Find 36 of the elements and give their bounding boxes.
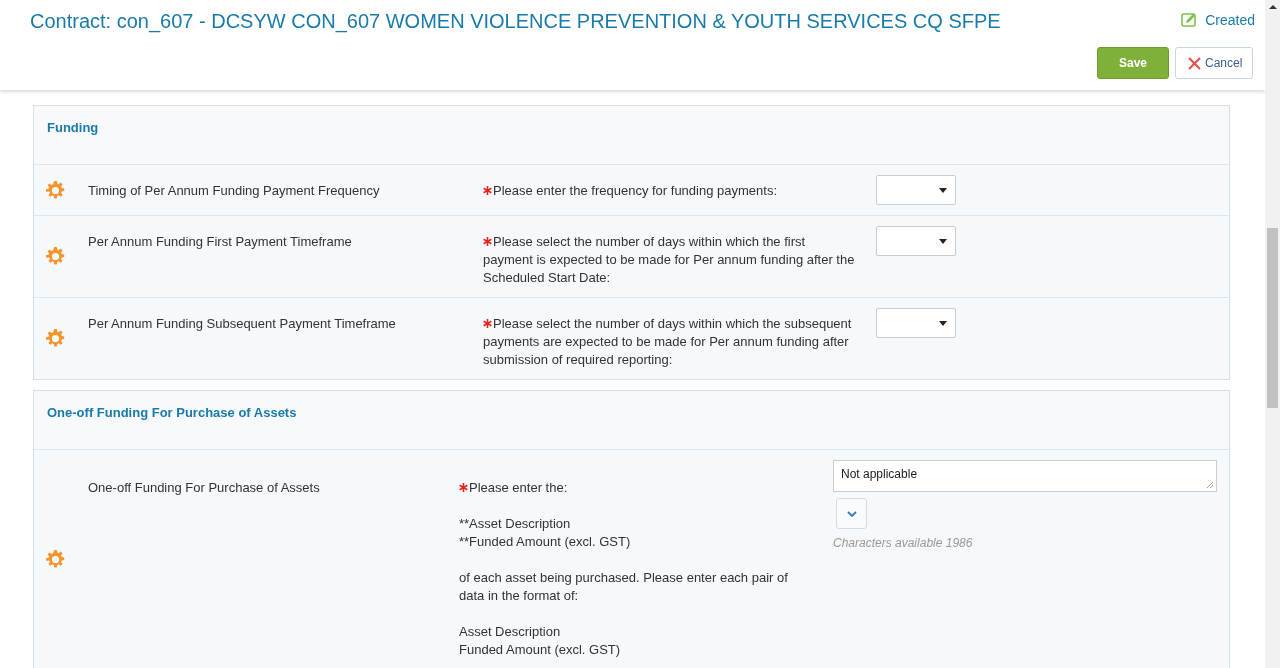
- close-icon: [1188, 56, 1201, 70]
- field-label: Timing of Per Annum Funding Payment Frequency: [88, 182, 381, 200]
- cancel-button[interactable]: Cancel: [1175, 47, 1253, 79]
- field-prompt: **Asset Description **Funded Amount (excl. GST): [459, 515, 632, 551]
- expand-button[interactable]: [836, 498, 867, 529]
- section-title: Funding: [47, 120, 99, 135]
- scrollbar[interactable]: [1265, 0, 1280, 668]
- field-prompt: Please select the number of days within which the subsequent payments are expected to be made for Per annum funding after submission of required reporting:: [483, 315, 853, 369]
- field-label: One-off Funding For Purchase of Assets: [88, 479, 321, 497]
- gear-icon[interactable]: [46, 247, 65, 266]
- character-count: Characters available 1986: [833, 536, 974, 550]
- field-label: Per Annum Funding Subsequent Payment Timeframe: [88, 315, 397, 333]
- gear-icon[interactable]: [46, 550, 65, 569]
- caret-down-icon: [939, 320, 947, 326]
- chevron-down-icon: [846, 510, 857, 517]
- dropdown[interactable]: [876, 308, 956, 338]
- page-title: Contract: con_607 - DCSYW CON_607 WOMEN VIOLENCE PREVENTION & YOUTH SERVICES CQ SFPE: [30, 9, 1001, 34]
- section-title: One-off Funding For Purchase of Assets: [47, 405, 297, 420]
- field-prompt: Please enter the frequency for funding payments:: [483, 182, 856, 200]
- dropdown[interactable]: [876, 175, 956, 205]
- field-label: Per Annum Funding First Payment Timeframe: [88, 233, 353, 251]
- caret-down-icon: [939, 187, 947, 193]
- field-prompt: Please enter the:: [459, 479, 813, 497]
- caret-down-icon: [939, 238, 947, 244]
- dropdown[interactable]: [876, 226, 956, 256]
- field-prompt: Please select the number of days within which the first payment is expected to be made for Per annum funding after the Scheduled Start Date:: [483, 233, 856, 287]
- scroll-up-icon[interactable]: [1269, 5, 1277, 9]
- gear-icon[interactable]: [46, 329, 65, 348]
- edit-icon: [1181, 12, 1198, 28]
- scrollbar-thumb[interactable]: [1267, 228, 1278, 408]
- text-area[interactable]: Not applicable: [833, 460, 1217, 492]
- gear-icon[interactable]: [46, 180, 65, 200]
- resize-grip-icon[interactable]: [1206, 481, 1214, 489]
- field-prompt: of each asset being purchased. Please enter each pair of data in the format of:: [459, 569, 789, 605]
- status-label: Created: [1205, 12, 1255, 28]
- field-prompt: Asset Description Funded Amount (excl. GST): [459, 623, 622, 659]
